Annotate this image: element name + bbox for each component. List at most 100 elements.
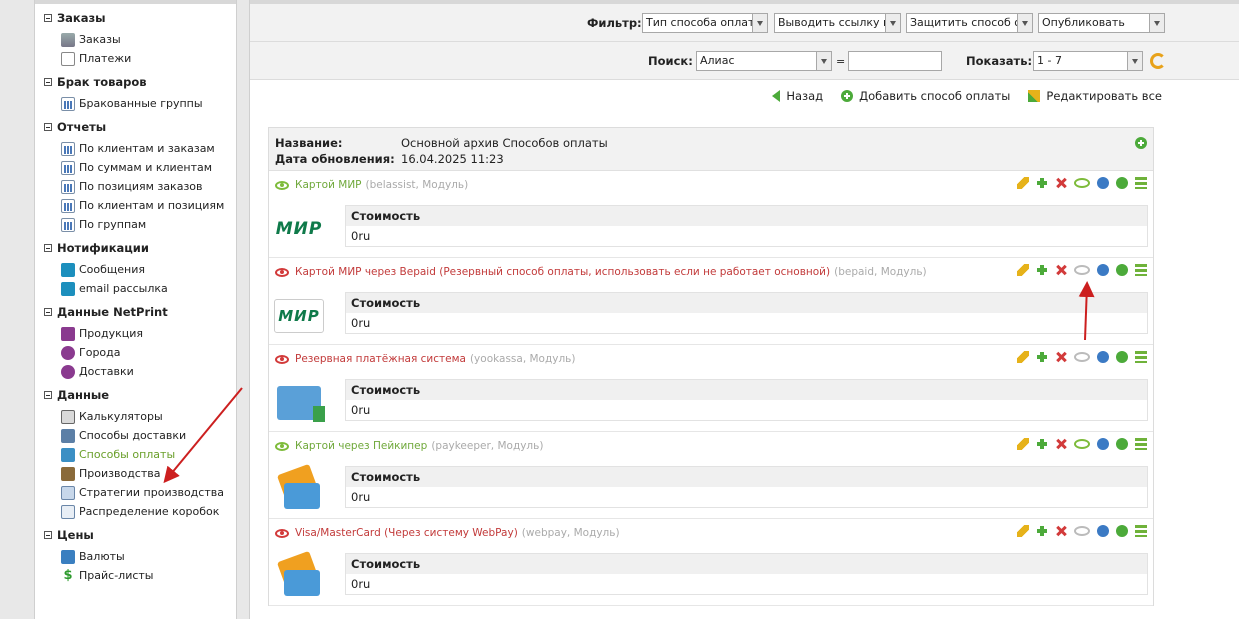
eye-icon[interactable] xyxy=(1074,265,1090,275)
sidebar-group-title[interactable]: Данные xyxy=(35,387,236,403)
sidebar-group-title[interactable]: Цены xyxy=(35,527,236,543)
sidebar-item-report-clients-positions[interactable]: По клиентам и позициям xyxy=(35,196,236,215)
sidebar-item-orders[interactable]: Заказы xyxy=(35,30,236,49)
publish-select[interactable]: Опубликовать xyxy=(1038,13,1165,33)
sidebar-item-email-mailing[interactable]: email рассылка xyxy=(35,279,236,298)
info-icon[interactable] xyxy=(1097,351,1109,363)
eye-icon[interactable] xyxy=(1074,526,1090,536)
list-icon[interactable] xyxy=(1135,525,1147,537)
sidebar-group-title[interactable]: Нотификации xyxy=(35,240,236,256)
sidebar-item-defect-groups[interactable]: Бракованные группы xyxy=(35,94,236,113)
sidebar-item-delivery-methods[interactable]: Способы доставки xyxy=(35,426,236,445)
plus-icon[interactable] xyxy=(1036,264,1048,276)
sidebar-item-cities[interactable]: Города xyxy=(35,343,236,362)
published-eye-icon[interactable] xyxy=(275,180,289,190)
edit-all-button[interactable]: Редактировать все xyxy=(1028,89,1162,103)
unpublished-eye-icon[interactable] xyxy=(275,528,289,538)
city-icon xyxy=(61,345,75,360)
sidebar-item-productions[interactable]: Производства xyxy=(35,464,236,483)
sidebar-item-deliveries[interactable]: Доставки xyxy=(35,362,236,381)
pencil-icon[interactable] xyxy=(1017,177,1029,189)
sidebar-item-calculators[interactable]: Калькуляторы xyxy=(35,407,236,426)
collapse-icon[interactable] xyxy=(44,244,52,252)
eye-icon[interactable] xyxy=(1074,352,1090,362)
delete-icon[interactable] xyxy=(1055,351,1067,363)
plus-icon[interactable] xyxy=(1036,438,1048,450)
info-icon[interactable] xyxy=(1097,264,1109,276)
list-icon[interactable] xyxy=(1135,438,1147,450)
sidebar-item-payments[interactable]: Платежи xyxy=(35,49,236,68)
payment-type-select[interactable]: Тип способа оплаты xyxy=(642,13,768,33)
method-name[interactable]: Картой МИР через Bepaid (Резервный спосо… xyxy=(295,266,830,278)
add-icon[interactable] xyxy=(1135,137,1147,149)
move-up-icon[interactable] xyxy=(1116,177,1128,189)
method-name[interactable]: Резервная платёжная система xyxy=(295,353,466,365)
delete-icon[interactable] xyxy=(1055,177,1067,189)
collapse-icon[interactable] xyxy=(44,123,52,131)
delete-icon[interactable] xyxy=(1055,525,1067,537)
sidebar-item-production-strategies[interactable]: Стратегии производства xyxy=(35,483,236,502)
protect-method-select[interactable]: Защитить способ опл xyxy=(906,13,1033,33)
collapse-icon[interactable] xyxy=(44,391,52,399)
product-icon xyxy=(61,326,75,341)
method-name[interactable]: Visa/MasterCard (Через систему WebPay) xyxy=(295,527,518,539)
pencil-icon[interactable] xyxy=(1017,351,1029,363)
pencil-icon[interactable] xyxy=(1017,525,1029,537)
search-field-select[interactable]: Алиас xyxy=(696,51,832,71)
add-payment-method-button[interactable]: Добавить способ оплаты xyxy=(841,89,1010,103)
method-name[interactable]: Картой через Пейкипер xyxy=(295,440,427,452)
list-icon[interactable] xyxy=(1135,177,1147,189)
info-icon[interactable] xyxy=(1097,438,1109,450)
sidebar-item-currencies[interactable]: Валюты xyxy=(35,547,236,566)
search-input[interactable] xyxy=(848,51,942,71)
method-name[interactable]: Картой МИР xyxy=(295,179,362,191)
cost-value: 0ru xyxy=(351,403,371,417)
sidebar-group-title[interactable]: Заказы xyxy=(35,10,236,26)
published-eye-icon[interactable] xyxy=(275,441,289,451)
sidebar-item-payment-methods[interactable]: Способы оплаты xyxy=(35,445,236,464)
plus-icon[interactable] xyxy=(1036,177,1048,189)
sidebar-group-netprint: Данные NetPrint Продукция Города Доставк… xyxy=(35,304,236,381)
sidebar-group-title[interactable]: Отчеты xyxy=(35,119,236,135)
collapse-icon[interactable] xyxy=(44,78,52,86)
sidebar-item-report-clients-orders[interactable]: По клиентам и заказам xyxy=(35,139,236,158)
move-up-icon[interactable] xyxy=(1116,525,1128,537)
show-range-select[interactable]: 1 - 7 xyxy=(1033,51,1143,71)
move-up-icon[interactable] xyxy=(1116,438,1128,450)
eye-icon[interactable] xyxy=(1074,439,1090,449)
collapse-icon[interactable] xyxy=(44,531,52,539)
sidebar-item-messages[interactable]: Сообщения xyxy=(35,260,236,279)
truck-icon xyxy=(61,428,75,443)
sidebar-item-box-distribution[interactable]: Распределение коробок xyxy=(35,502,236,521)
move-up-icon[interactable] xyxy=(1116,351,1128,363)
unpublished-eye-icon[interactable] xyxy=(275,267,289,277)
pencil-icon[interactable] xyxy=(1017,264,1029,276)
move-up-icon[interactable] xyxy=(1116,264,1128,276)
sidebar-group-title[interactable]: Данные NetPrint xyxy=(35,304,236,320)
list-icon[interactable] xyxy=(1135,351,1147,363)
info-icon[interactable] xyxy=(1097,177,1109,189)
delete-icon[interactable] xyxy=(1055,264,1067,276)
list-icon[interactable] xyxy=(1135,264,1147,276)
sidebar-item-report-sums-clients[interactable]: По суммам и клиентам xyxy=(35,158,236,177)
plus-icon[interactable] xyxy=(1036,351,1048,363)
sidebar-item-report-order-positions[interactable]: По позициям заказов xyxy=(35,177,236,196)
sidebar-item-price-lists[interactable]: $ Прайс-листы xyxy=(35,566,236,585)
back-button[interactable]: Назад xyxy=(772,89,823,103)
sidebar-item-products[interactable]: Продукция xyxy=(35,324,236,343)
sidebar-group-reports: Отчеты По клиентам и заказам По суммам и… xyxy=(35,119,236,234)
sidebar-group-title[interactable]: Брак товаров xyxy=(35,74,236,90)
pencil-icon[interactable] xyxy=(1017,438,1029,450)
sidebar-item-report-groups[interactable]: По группам xyxy=(35,215,236,234)
cost-value: 0ru xyxy=(351,577,371,591)
refresh-icon[interactable] xyxy=(1150,53,1166,69)
collapse-icon[interactable] xyxy=(44,308,52,316)
unpublished-eye-icon[interactable] xyxy=(275,354,289,364)
delete-icon[interactable] xyxy=(1055,438,1067,450)
plus-icon[interactable] xyxy=(1036,525,1048,537)
info-icon[interactable] xyxy=(1097,525,1109,537)
method-meta: (webpay, Модуль) xyxy=(521,527,620,539)
eye-icon[interactable] xyxy=(1074,178,1090,188)
collapse-icon[interactable] xyxy=(44,14,52,22)
show-link-select[interactable]: Выводить ссылку на xyxy=(774,13,901,33)
